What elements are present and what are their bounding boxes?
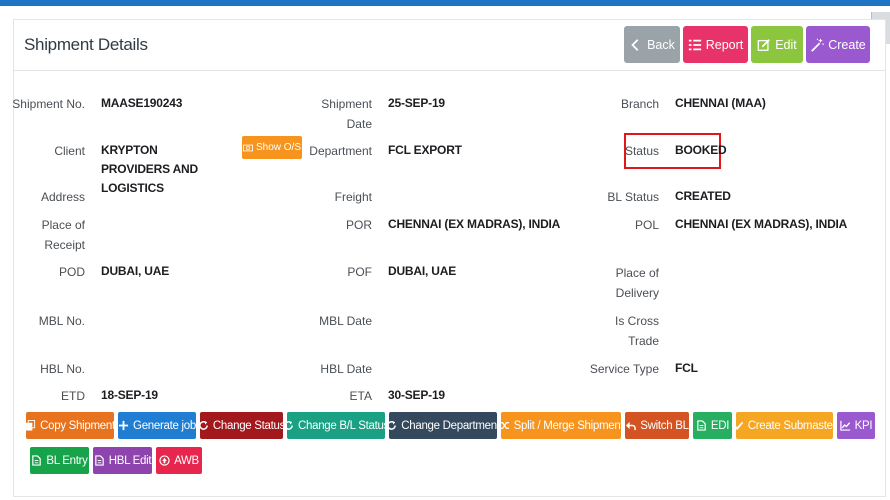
shuffle-icon	[499, 422, 509, 429]
field-value-pol: CHENNAI (EX MADRAS), INDIA	[675, 217, 848, 231]
field-label-shipment-date: Shipment Date	[321, 97, 372, 131]
create-submaster-label: Create Submaster	[747, 419, 837, 432]
field-label-place-of-delivery: Place of Delivery	[615, 266, 659, 300]
field-label-branch: Branch	[620, 97, 659, 111]
field-label-por: POR	[345, 218, 372, 232]
file-icon	[697, 420, 706, 431]
report-button-label: Report	[705, 37, 744, 52]
file-icon	[32, 455, 42, 466]
shipment-details-panel: Shipment Details Back Report Edit Create…	[12, 19, 886, 497]
change-status-button[interactable]: Change Status	[199, 412, 286, 439]
field-label-client: Client	[54, 144, 85, 158]
kpi-label: KPI	[854, 419, 873, 432]
edit-icon	[757, 38, 771, 51]
bl-entry-label: BL Entry	[46, 454, 88, 467]
awb-button[interactable]: AWB	[156, 447, 202, 474]
edit-button[interactable]: Edit	[751, 26, 803, 63]
field-value-branch: CHENNAI (MAA)	[675, 96, 766, 110]
field-label-pof: POF	[347, 265, 372, 279]
file-icon	[94, 455, 104, 466]
refresh-icon	[284, 420, 293, 430]
field-value-pod: DUBAI, UAE	[101, 264, 170, 278]
back-button[interactable]: Back	[624, 26, 680, 63]
list-icon	[688, 39, 701, 50]
report-button[interactable]: Report	[683, 26, 748, 63]
edi-label: EDI	[710, 419, 730, 432]
refresh-icon	[387, 420, 397, 430]
panel-header-divider	[14, 70, 885, 71]
field-label-hbl-no: HBL No.	[40, 362, 85, 376]
change-department-button[interactable]: Change Department	[387, 412, 500, 439]
field-label-etd: ETD	[61, 389, 85, 403]
top-bar	[0, 0, 890, 6]
field-value-shipment-date: 25-SEP-19	[388, 96, 445, 110]
field-value-pof: DUBAI, UAE	[388, 264, 457, 278]
field-value-shipment-no: MAASE190243	[101, 96, 183, 110]
field-value-client: KRYPTON PROVIDERS AND LOGISTICS	[101, 143, 198, 195]
field-label-department: Department	[309, 144, 372, 158]
field-value-status: BOOKED	[675, 143, 727, 157]
money-icon	[242, 144, 253, 151]
field-label-pod: POD	[58, 265, 85, 279]
change-bl-status-label: Change B/L Status	[298, 419, 390, 432]
switch-bl-button[interactable]: Switch BL	[625, 412, 689, 439]
field-label-mbl-date: MBL Date	[319, 314, 372, 328]
chevron-left-icon	[631, 38, 639, 51]
create-submaster-button[interactable]: Create Submaster	[733, 412, 837, 439]
hbl-edit-button[interactable]: HBL Edit	[93, 447, 152, 474]
split-merge-shipment-button[interactable]: Split / Merge Shipment	[499, 412, 624, 439]
field-value-department: FCL EXPORT	[388, 143, 462, 157]
split-merge-shipment-label: Split / Merge Shipment	[513, 419, 624, 432]
edi-button[interactable]: EDI	[693, 412, 732, 439]
field-label-eta: ETA	[349, 389, 372, 403]
awb-label: AWB	[174, 454, 199, 467]
field-label-pol: POL	[634, 218, 659, 232]
generate-job-button[interactable]: Generate job	[118, 412, 196, 439]
magic-wand-icon	[811, 38, 825, 52]
plus-icon	[118, 420, 129, 431]
field-label-mbl-no: MBL No.	[38, 314, 85, 328]
field-value-eta: 30-SEP-19	[388, 388, 445, 402]
edit-button-label: Edit	[775, 37, 797, 52]
circle-arrow-icon	[159, 455, 170, 466]
reply-icon	[626, 421, 637, 431]
field-label-is-cross-trade: Is Cross Trade	[614, 314, 659, 348]
generate-job-label: Generate job	[133, 419, 196, 432]
field-label-status: Status	[624, 144, 659, 158]
field-value-bl-status: CREATED	[675, 189, 731, 203]
page-title: Shipment Details	[24, 35, 148, 54]
copy-shipment-button[interactable]: Copy Shipment	[26, 412, 115, 439]
copy-icon	[26, 420, 36, 431]
bl-entry-button[interactable]: BL Entry	[30, 447, 89, 474]
switch-bl-label: Switch BL	[640, 419, 689, 432]
back-button-label: Back	[647, 37, 675, 52]
field-label-hbl-date: HBL Date	[320, 362, 372, 376]
field-label-freight: Freight	[334, 190, 372, 204]
create-button-label: Create	[828, 37, 866, 52]
field-label-shipment-no: Shipment No.	[12, 97, 85, 111]
field-label-place-of-receipt: Place of Receipt	[41, 218, 85, 252]
field-label-bl-status: BL Status	[607, 190, 659, 204]
field-value-service-type: FCL	[675, 361, 698, 375]
field-label-address: Address	[40, 190, 85, 204]
field-value-por: CHENNAI (EX MADRAS), INDIA	[388, 217, 561, 231]
hbl-edit-label: HBL Edit	[108, 454, 152, 467]
change-status-label: Change Status	[212, 419, 286, 432]
field-label-service-type: Service Type	[589, 362, 659, 376]
kpi-button[interactable]: KPI	[837, 412, 875, 439]
field-value-etd: 18-SEP-19	[101, 388, 158, 402]
create-button[interactable]: Create	[806, 26, 870, 63]
change-department-label: Change Department	[401, 419, 500, 432]
change-bl-status-button[interactable]: Change B/L Status	[284, 412, 389, 439]
check-icon	[733, 421, 744, 431]
refresh-icon	[199, 420, 208, 430]
chart-icon	[839, 420, 850, 431]
copy-shipment-label: Copy Shipment	[40, 419, 115, 432]
